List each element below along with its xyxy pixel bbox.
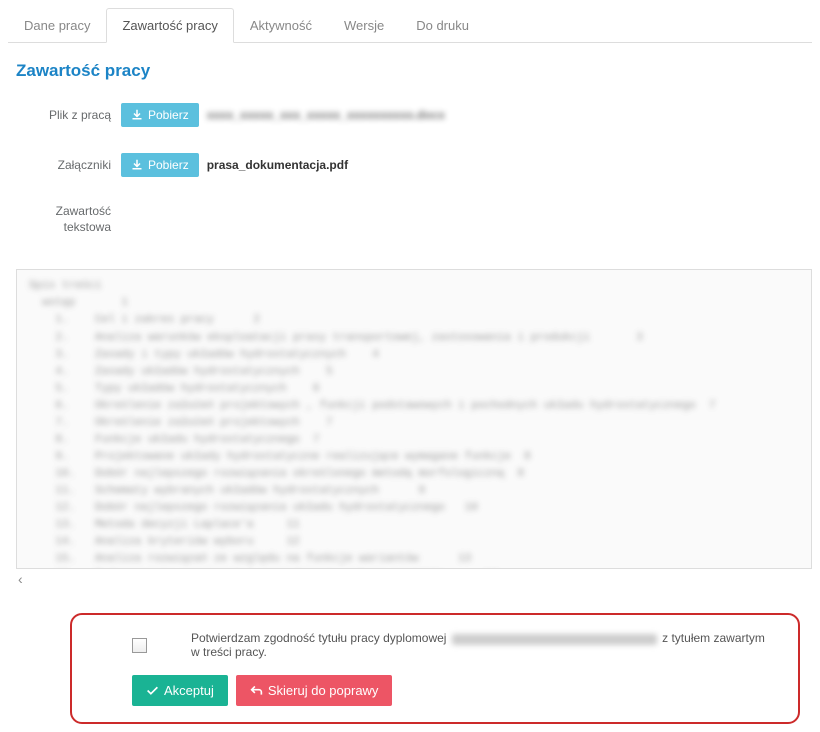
tab-wersje[interactable]: Wersje: [328, 8, 400, 42]
row-text-content: Zawartość tekstowa: [16, 203, 812, 235]
main-file-name: xxxx_xxxxx_xxx_xxxxx_xxxxxxxxxx.docx: [207, 108, 445, 122]
thesis-title-redacted: [452, 634, 657, 645]
tab-zawartosc-pracy[interactable]: Zawartość pracy: [106, 8, 233, 43]
download-label: Pobierz: [148, 108, 189, 122]
reject-button[interactable]: Skieruj do poprawy: [236, 675, 393, 706]
confirm-row: Potwierdzam zgodność tytułu pracy dyplom…: [94, 631, 776, 659]
attachment-file-name: prasa_dokumentacja.pdf: [207, 158, 348, 172]
tab-dane-pracy[interactable]: Dane pracy: [8, 8, 106, 42]
action-buttons: Akceptuj Skieruj do poprawy: [132, 675, 776, 706]
download-label: Pobierz: [148, 158, 189, 172]
tab-bar: Dane pracy Zawartość pracy Aktywność Wer…: [8, 8, 812, 43]
download-icon: [131, 109, 143, 121]
download-attachment-button[interactable]: Pobierz: [121, 153, 199, 177]
tab-do-druku[interactable]: Do druku: [400, 8, 485, 42]
text-content-preview[interactable]: Spis treści wstęp 1 1. Cel i zakres prac…: [16, 269, 812, 569]
reject-label: Skieruj do poprawy: [268, 683, 379, 698]
section-title: Zawartość pracy: [16, 61, 812, 81]
label-attachments: Załączniki: [16, 157, 111, 173]
tab-aktywnosc[interactable]: Aktywność: [234, 8, 328, 42]
accept-label: Akceptuj: [164, 683, 214, 698]
download-icon: [131, 159, 143, 171]
label-file: Plik z pracą: [16, 107, 111, 123]
confirm-text: Potwierdzam zgodność tytułu pracy dyplom…: [191, 631, 776, 659]
row-file: Plik z pracą Pobierz xxxx_xxxxx_xxx_xxxx…: [16, 103, 812, 127]
download-main-file-button[interactable]: Pobierz: [121, 103, 199, 127]
label-text-content: Zawartość tekstowa: [16, 203, 111, 235]
scroll-left-indicator[interactable]: ‹: [0, 569, 820, 593]
check-icon: [146, 684, 159, 697]
confirm-panel: Potwierdzam zgodność tytułu pracy dyplom…: [70, 613, 800, 724]
confirm-text-before: Potwierdzam zgodność tytułu pracy dyplom…: [191, 631, 446, 645]
blurred-text-preview: Spis treści wstęp 1 1. Cel i zakres prac…: [29, 278, 799, 569]
accept-button[interactable]: Akceptuj: [132, 675, 228, 706]
return-icon: [250, 684, 263, 697]
row-attachments: Załączniki Pobierz prasa_dokumentacja.pd…: [16, 153, 812, 177]
content-area: Zawartość pracy Plik z pracą Pobierz xxx…: [0, 43, 820, 269]
confirm-checkbox[interactable]: [132, 638, 147, 653]
